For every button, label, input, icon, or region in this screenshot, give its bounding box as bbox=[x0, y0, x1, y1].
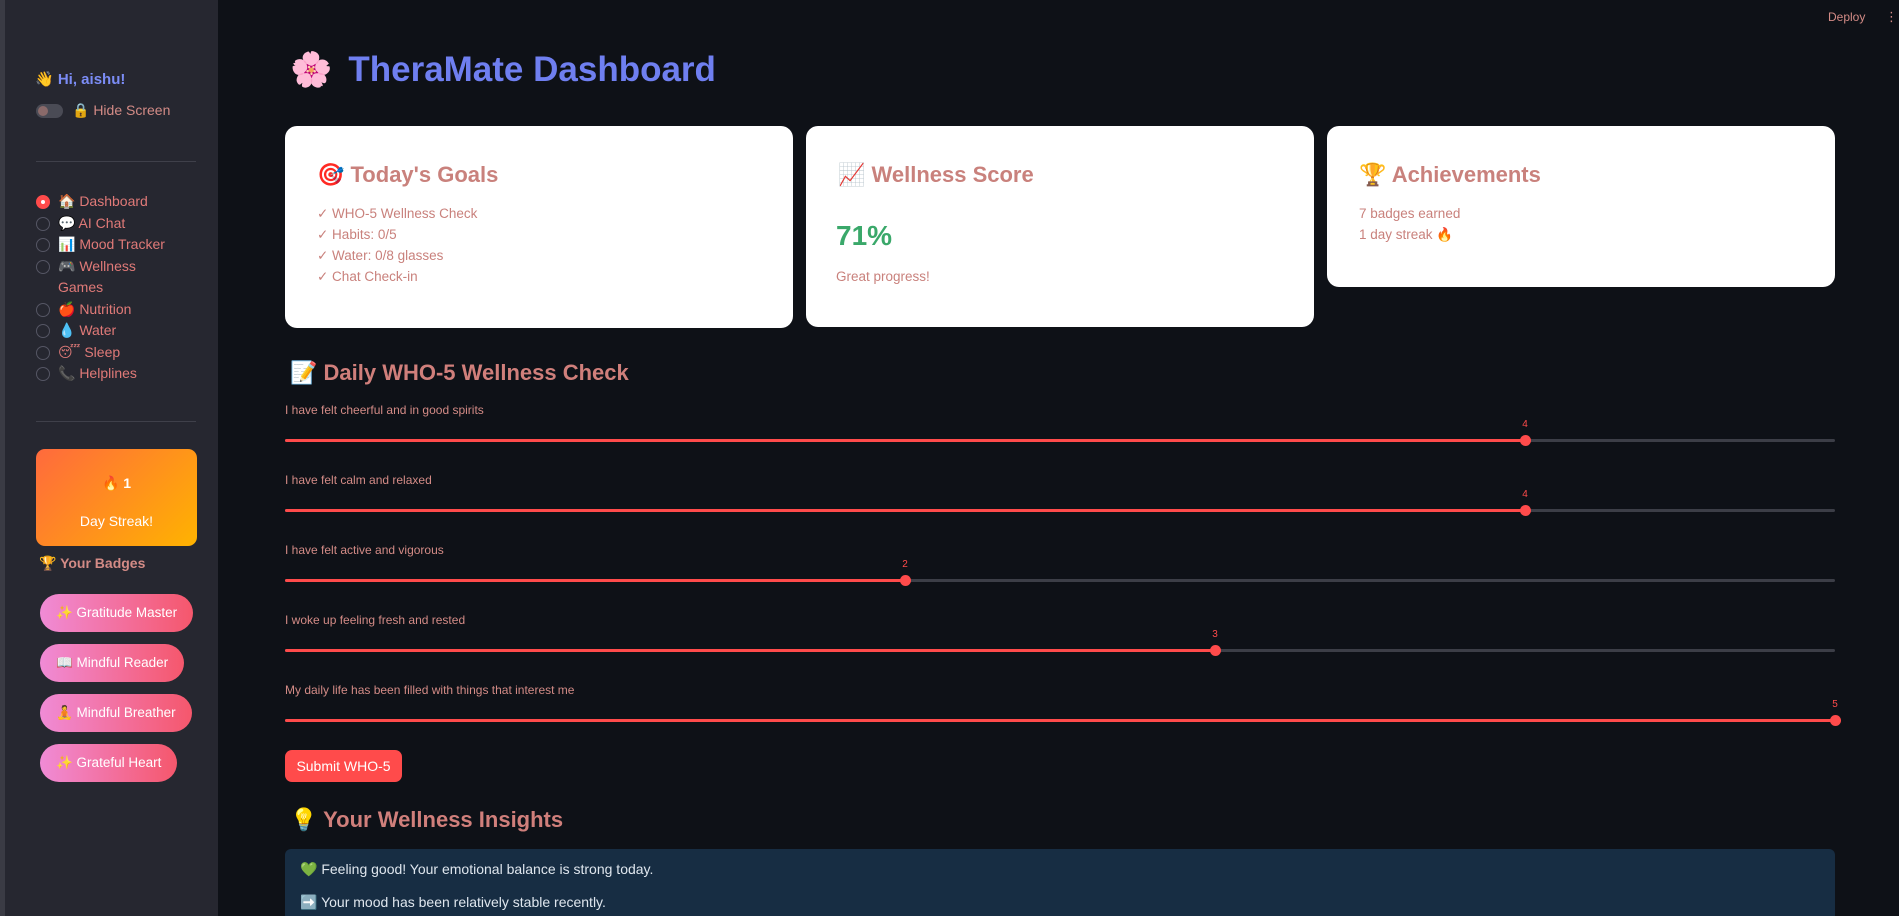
page-title-text: TheraMate Dashboard bbox=[348, 50, 716, 89]
goal-item: ✓ WHO-5 Wellness Check bbox=[317, 206, 478, 221]
nav-item-helplines[interactable]: 📞 Helplines bbox=[36, 363, 201, 385]
radio-icon[interactable] bbox=[36, 259, 50, 274]
nav-item-ai-chat[interactable]: 💬 AI Chat bbox=[36, 213, 201, 235]
nav-item-wellness-games[interactable]: 🎮 Wellness Games bbox=[36, 256, 201, 299]
nav-item-label: 📞 Helplines bbox=[58, 365, 137, 381]
wellness-score-title: 📈 Wellness Score bbox=[838, 162, 1034, 187]
hide-screen-toggle-row[interactable]: 🔒 Hide Screen bbox=[36, 102, 170, 119]
submit-who5-button[interactable]: Submit WHO-5 bbox=[285, 750, 402, 782]
goals-card: 🎯 Today's Goals ✓ WHO-5 Wellness Check ✓… bbox=[285, 126, 793, 328]
badge-gratitude-master: ✨ Gratitude Master bbox=[40, 594, 194, 632]
wellness-score-caption: Great progress! bbox=[836, 269, 930, 284]
nav-radio-group: 🏠 Dashboard 💬 AI Chat 📊 Mood Tracker 🎮 W… bbox=[36, 191, 201, 385]
page-title: 🌸 TheraMate Dashboard bbox=[290, 50, 716, 90]
nav-item-label: 🎮 Wellness Games bbox=[58, 257, 136, 296]
badge-mindful-reader: 📖 Mindful Reader bbox=[40, 644, 185, 682]
who5-question-label: I woke up feeling fresh and rested bbox=[285, 613, 466, 627]
goal-item: ✓ Chat Check-in bbox=[317, 269, 418, 284]
nav-item-label: 📊 Mood Tracker bbox=[58, 236, 165, 252]
streak-label: Day Streak! bbox=[79, 513, 154, 529]
slider-fill bbox=[285, 649, 1215, 652]
slider-value: 2 bbox=[902, 559, 908, 570]
slider-thumb[interactable] bbox=[1210, 645, 1221, 656]
insight-item: ➡️ Your mood has been relatively stable … bbox=[300, 894, 606, 910]
insights-box: 💚 Feeling good! Your emotional balance i… bbox=[285, 849, 1835, 916]
sidebar: 👋 Hi, aishu! 🔒 Hide Screen 🏠 Dashboard 💬… bbox=[0, 0, 218, 916]
nav-item-label: 💬 AI Chat bbox=[58, 214, 126, 231]
slider-fill bbox=[285, 439, 1525, 442]
badge-grateful-heart: ✨ Grateful Heart bbox=[40, 744, 178, 782]
nav-item-sleep[interactable]: 😴 Sleep bbox=[36, 342, 201, 364]
slider-value: 5 bbox=[1832, 699, 1838, 710]
who5-slider[interactable]: 4 bbox=[285, 419, 1835, 446]
achievements-title: 🏆 Achievements bbox=[1359, 162, 1541, 187]
cherry-blossom-icon: 🌸 bbox=[290, 51, 333, 89]
wellness-score-card: 📈 Wellness Score 71% Great progress! bbox=[806, 126, 1314, 327]
radio-icon[interactable] bbox=[36, 302, 50, 317]
nav-item-nutrition[interactable]: 🍎 Nutrition bbox=[36, 299, 201, 321]
who5-title: 📝 Daily WHO-5 Wellness Check bbox=[290, 360, 629, 385]
nav-item-dashboard[interactable]: 🏠 Dashboard bbox=[36, 191, 201, 213]
streak-card: 🔥 1 Day Streak! bbox=[36, 449, 197, 546]
who5-slider[interactable]: 5 bbox=[285, 699, 1841, 726]
slider-thumb[interactable] bbox=[1520, 505, 1531, 516]
slider-thumb[interactable] bbox=[900, 575, 911, 586]
insights-title: 💡 Your Wellness Insights bbox=[290, 807, 564, 832]
slider-thumb[interactable] bbox=[1830, 715, 1841, 726]
slider-value: 4 bbox=[1522, 419, 1528, 430]
sidebar-divider bbox=[36, 161, 196, 162]
goals-title: 🎯 Today's Goals bbox=[317, 162, 499, 187]
insight-item: 💚 Feeling good! Your emotional balance i… bbox=[300, 861, 654, 877]
hide-screen-toggle[interactable] bbox=[36, 103, 63, 118]
who5-slider[interactable]: 4 bbox=[285, 489, 1835, 516]
deploy-button[interactable]: Deploy bbox=[1828, 10, 1865, 24]
radio-selected-icon[interactable] bbox=[36, 195, 50, 209]
badge-mindful-breather: 🧘 Mindful Breather bbox=[40, 694, 192, 732]
goal-item: ✓ Habits: 0/5 bbox=[317, 227, 397, 242]
who5-question-label: I have felt cheerful and in good spirits bbox=[285, 403, 484, 417]
slider-value: 4 bbox=[1522, 489, 1528, 500]
sidebar-divider bbox=[36, 421, 196, 422]
slider-thumb[interactable] bbox=[1520, 435, 1531, 446]
greeting: 👋 Hi, aishu! bbox=[35, 71, 126, 88]
radio-icon[interactable] bbox=[36, 324, 50, 338]
nav-item-water[interactable]: 💧 Water bbox=[36, 320, 201, 342]
achievement-item: 7 badges earned bbox=[1359, 206, 1461, 221]
slider-fill bbox=[285, 579, 905, 582]
achievements-card: 🏆 Achievements 7 badges earned 1 day str… bbox=[1327, 126, 1835, 287]
radio-icon[interactable] bbox=[36, 345, 50, 360]
achievement-item: 1 day streak 🔥 bbox=[1359, 227, 1454, 242]
who5-question-label: My daily life has been filled with thing… bbox=[285, 683, 575, 697]
who5-slider[interactable]: 3 bbox=[285, 629, 1835, 656]
badges-title: 🏆 Your Badges bbox=[39, 555, 146, 571]
nav-item-label: 💧 Water bbox=[58, 322, 117, 338]
streak-count: 🔥 1 bbox=[101, 475, 132, 491]
radio-icon[interactable] bbox=[36, 216, 50, 231]
nav-item-mood-tracker[interactable]: 📊 Mood Tracker bbox=[36, 234, 201, 256]
slider-fill bbox=[285, 719, 1835, 722]
nav-item-label: 🍎 Nutrition bbox=[58, 300, 132, 317]
radio-icon[interactable] bbox=[36, 238, 50, 252]
who5-question-label: I have felt calm and relaxed bbox=[285, 473, 432, 487]
wellness-score-value: 71% bbox=[836, 220, 893, 251]
nav-item-label: 😴 Sleep bbox=[58, 343, 121, 360]
slider-fill bbox=[285, 509, 1525, 512]
slider-value: 3 bbox=[1212, 629, 1218, 640]
who5-slider[interactable]: 2 bbox=[285, 559, 1835, 586]
who5-question-label: I have felt active and vigorous bbox=[285, 543, 444, 557]
kebab-menu-icon[interactable]: ⋮ bbox=[1885, 9, 1898, 25]
nav-item-label: 🏠 Dashboard bbox=[58, 193, 148, 209]
radio-icon[interactable] bbox=[36, 367, 50, 381]
hide-screen-label: 🔒 Hide Screen bbox=[72, 102, 171, 118]
goal-item: ✓ Water: 0/8 glasses bbox=[317, 248, 444, 263]
